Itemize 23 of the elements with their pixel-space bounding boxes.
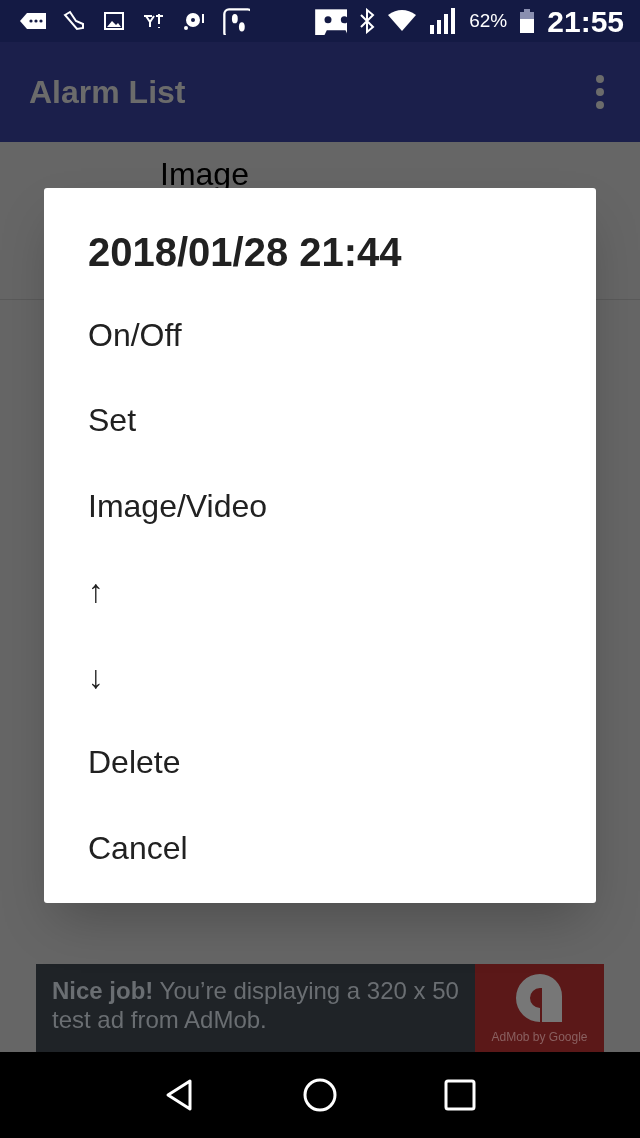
battery-icon (519, 8, 536, 34)
ad-text: Nice job! You’re displaying a 320 x 50 test ad from AdMob. (51, 976, 460, 1035)
menu-item[interactable]: On/Off (44, 292, 596, 378)
clock: 21:55 (547, 3, 624, 40)
home-icon (302, 1077, 338, 1113)
menu-item[interactable]: Image/Video (44, 463, 596, 549)
image-icon (102, 9, 126, 33)
bluetooth-icon (359, 8, 376, 34)
wifi-icon (387, 9, 418, 33)
menu-item[interactable]: ↑ (44, 548, 596, 634)
app-title: Alarm List (29, 73, 186, 112)
signal-icon (429, 7, 458, 35)
home-button[interactable] (302, 1077, 338, 1113)
menu-item[interactable]: Set (44, 377, 596, 463)
battery-percentage: 62% (469, 8, 508, 33)
recents-icon (442, 1077, 478, 1113)
menu-item[interactable]: Cancel (44, 805, 596, 891)
menu-item[interactable]: Delete (44, 719, 596, 805)
menu-item[interactable]: ↓ (44, 634, 596, 720)
list-item-label: Image (160, 156, 249, 192)
recents-button[interactable] (442, 1077, 478, 1113)
dialog-title: 2018/01/28 21:44 (87, 229, 403, 276)
admob-brand: AdMob by Google (491, 1029, 588, 1046)
